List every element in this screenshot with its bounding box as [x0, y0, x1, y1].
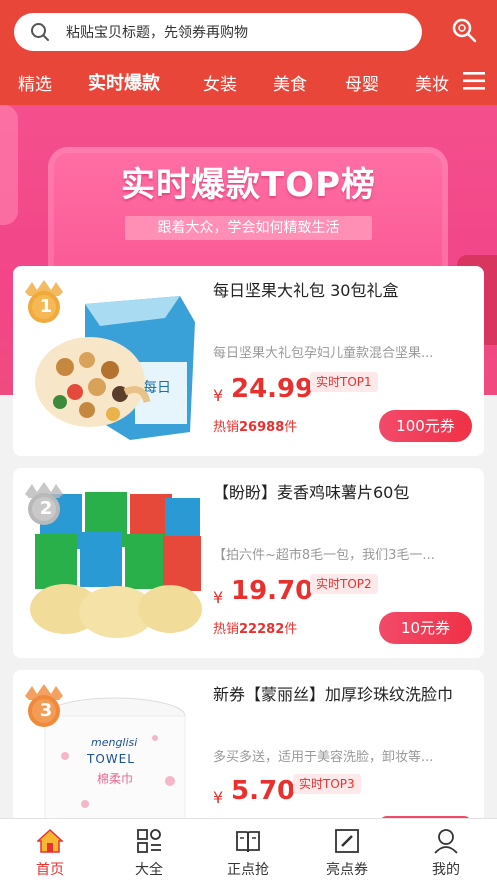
rank-tag: 实时TOP1 — [310, 372, 378, 392]
book-icon — [236, 831, 260, 853]
edit-icon — [335, 829, 359, 853]
product-card[interactable]: menglisi TOWEL 棉柔巾 3 新券【蒙丽丝】加厚珍珠纹洗脸巾 多买多… — [13, 670, 484, 824]
product-title[interactable]: 新券【蒙丽丝】加厚珍珠纹洗脸巾 — [213, 682, 478, 734]
nav-label: 首页 — [36, 862, 64, 878]
rank-badge: 2 — [23, 480, 65, 526]
sales-number: 22282 — [239, 622, 285, 637]
tab-food[interactable]: 美食 — [273, 70, 307, 95]
tab-realtime-hot[interactable]: 实时爆款 — [88, 69, 160, 95]
rank-badge: 1 — [23, 278, 65, 324]
search-icon — [14, 22, 66, 42]
sales-count: 热销22282件 — [213, 618, 297, 637]
tab-baby[interactable]: 母婴 — [345, 70, 379, 95]
tab-jingxuan[interactable]: 精选 — [18, 70, 52, 95]
product-description: 多买多送，适用于美容洗脸，卸妆等... — [213, 750, 434, 765]
nav-label: 大全 — [135, 862, 163, 878]
sales-number: 26988 — [239, 420, 285, 435]
product-card[interactable]: 2 【盼盼】麦香鸡味薯片60包 【拍六件~超市8毛一包，我们3毛一... ¥ 1… — [13, 468, 484, 658]
banner-title: 实时爆款TOP榜 — [120, 165, 376, 205]
tab-beauty[interactable]: 美妆 — [415, 70, 449, 95]
towel-brand-mark: TOWEL — [87, 752, 135, 766]
nav-label: 正点抢 — [227, 862, 269, 878]
product-description: 每日坚果大礼包孕妇儿童款混合坚果... — [213, 346, 434, 361]
rank-number: 2 — [39, 498, 53, 519]
nav-home[interactable]: 首页 — [10, 819, 90, 883]
towel-caption: 棉柔巾 — [97, 772, 134, 786]
product-card[interactable]: 每日 1 每日坚果大礼包 30包礼盒 每日坚果大礼包孕妇儿童款混合坚果... ¥… — [13, 266, 484, 456]
nav-flash-sale[interactable]: 正点抢 — [208, 819, 288, 883]
price-value: 5.70 — [231, 776, 296, 806]
nav-label: 亮点券 — [326, 862, 368, 878]
banner-subtitle: 跟着大众，学会如何精致生活 — [125, 216, 372, 240]
nav-label: 我的 — [432, 862, 460, 878]
sales-prefix: 热销 — [213, 420, 240, 435]
product-title[interactable]: 每日坚果大礼包 30包礼盒 — [213, 278, 478, 304]
sales-count: 热销26988件 — [213, 416, 297, 435]
currency-symbol: ¥ — [213, 788, 224, 807]
search-bar[interactable]: 粘贴宝贝标题，先领券再购物 — [14, 13, 422, 51]
rank-tag: 实时TOP3 — [293, 774, 361, 794]
currency-symbol: ¥ — [213, 588, 224, 607]
grid-icon — [137, 829, 161, 853]
towel-brand-label: menglisi — [91, 736, 138, 749]
product-description: 【拍六件~超市8毛一包，我们3毛一... — [213, 548, 435, 563]
price-value: 19.70 — [231, 576, 314, 606]
coupon-button[interactable]: 10元券 — [379, 612, 472, 644]
coupon-button[interactable]: 100元券 — [379, 410, 472, 442]
hamburger-menu-icon[interactable] — [462, 70, 486, 92]
sales-suffix: 件 — [284, 622, 298, 637]
rank-tag: 实时TOP2 — [310, 574, 378, 594]
rank-number: 3 — [39, 700, 53, 721]
category-tabs: 精选 实时爆款 女装 美食 母婴 美妆 — [0, 62, 497, 102]
rank-number: 1 — [39, 296, 53, 317]
price-value: 24.99 — [231, 374, 314, 404]
user-icon — [434, 829, 458, 854]
search-magnifier-icon[interactable] — [450, 16, 480, 46]
nav-all[interactable]: 大全 — [109, 819, 189, 883]
nav-coupons[interactable]: 亮点券 — [307, 819, 387, 883]
home-icon — [37, 828, 63, 853]
product-title[interactable]: 【盼盼】麦香鸡味薯片60包 — [213, 480, 478, 506]
search-placeholder: 粘贴宝贝标题，先领券再购物 — [66, 25, 248, 41]
sales-prefix: 热销 — [213, 622, 240, 637]
header: 粘贴宝贝标题，先领券再购物 精选 实时爆款 女装 美食 母婴 美妆 — [0, 0, 497, 105]
sales-suffix: 件 — [284, 420, 298, 435]
tab-womens[interactable]: 女装 — [203, 70, 237, 95]
currency-symbol: ¥ — [213, 386, 224, 405]
rank-badge: 3 — [23, 682, 65, 728]
bottom-nav: 首页 大全 正点抢 亮点券 我的 — [0, 818, 497, 883]
nav-mine[interactable]: 我的 — [406, 819, 486, 883]
